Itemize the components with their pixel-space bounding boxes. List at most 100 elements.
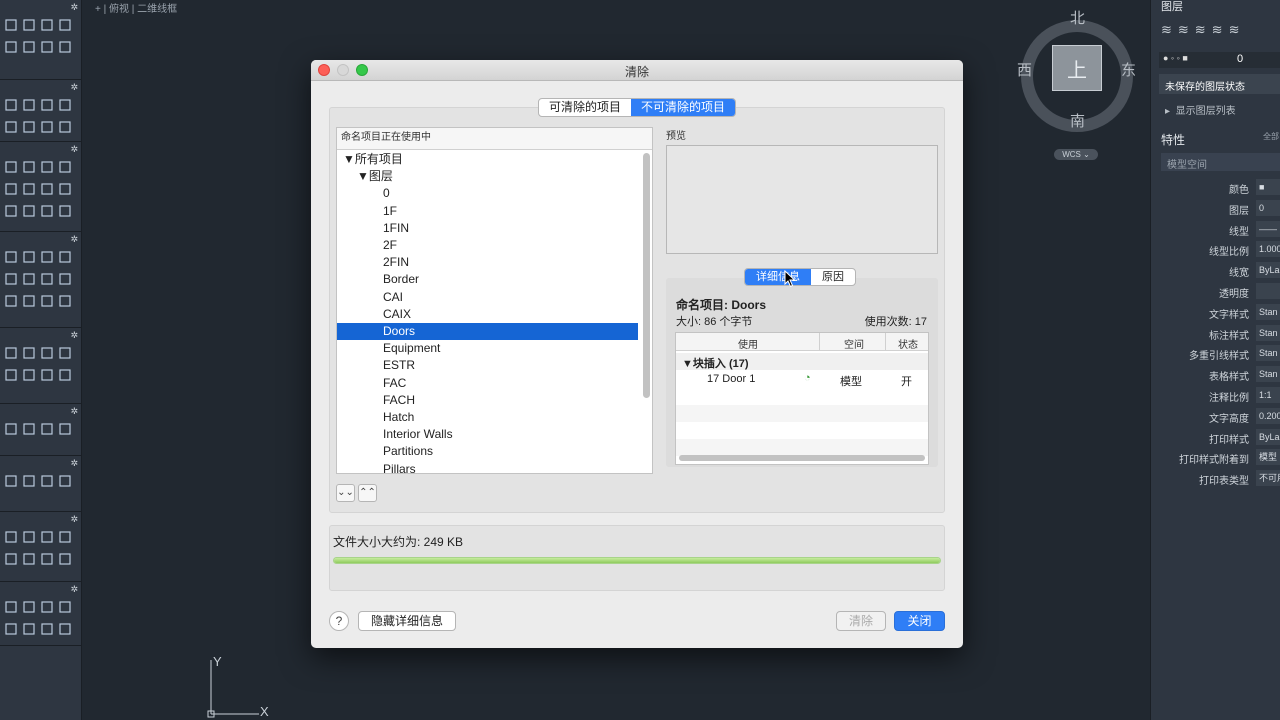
tool-icon[interactable] — [22, 622, 36, 636]
tool-icon[interactable] — [58, 422, 72, 436]
tool-icon[interactable] — [58, 40, 72, 54]
expand-all-button[interactable]: ⌄⌄ — [336, 484, 355, 502]
tool-icon[interactable] — [4, 622, 18, 636]
tool-icon[interactable] — [58, 160, 72, 174]
tool-icon[interactable] — [58, 204, 72, 218]
tool-icon[interactable] — [40, 346, 54, 360]
tool-icon[interactable] — [58, 250, 72, 264]
tool-icon[interactable] — [40, 368, 54, 382]
tab-purgeable[interactable]: 可清除的项目 — [539, 99, 631, 116]
property-value[interactable]: 0.200 — [1256, 407, 1280, 424]
tool-icon[interactable] — [58, 294, 72, 308]
property-row[interactable]: 多重引线样式 Stan — [1151, 344, 1280, 363]
property-row[interactable]: 线型比例 1.000 — [1151, 240, 1280, 259]
tree-body[interactable]: ▼所有项目 ▼图层 0 1F 1FIN 2F 2FIN Border CAI CAIX Doors E… — [337, 150, 654, 474]
property-row[interactable]: 颜色 ■ — [1151, 178, 1280, 197]
tool-icon[interactable] — [58, 272, 72, 286]
property-row[interactable]: 注释比例 1:1 — [1151, 386, 1280, 405]
tool-icon[interactable] — [4, 250, 18, 264]
property-row[interactable]: 图层 0 — [1151, 199, 1280, 218]
gear-icon[interactable]: ✲ — [70, 584, 78, 595]
tool-icon[interactable] — [58, 474, 72, 488]
tool-icon[interactable] — [22, 40, 36, 54]
tool-icon[interactable] — [22, 530, 36, 544]
tree-node[interactable]: 1FIN — [337, 220, 638, 237]
tab-details[interactable]: 详细信息 — [745, 269, 811, 285]
tree-scrollbar[interactable] — [643, 153, 650, 398]
compass-west[interactable]: 西 — [1017, 59, 1032, 80]
gear-icon[interactable]: ✲ — [70, 2, 78, 13]
gear-icon[interactable]: ✲ — [70, 514, 78, 525]
viewcube[interactable]: 上 北 南 东 西 — [1015, 10, 1139, 140]
unsaved-layer-state[interactable]: 未保存的图层状态 — [1159, 74, 1280, 94]
tool-icon[interactable] — [58, 622, 72, 636]
tool-icon[interactable] — [22, 272, 36, 286]
tool-icon[interactable] — [22, 120, 36, 134]
collapse-all-button[interactable]: ⌃⌃ — [358, 484, 377, 502]
gear-icon[interactable]: ✲ — [70, 458, 78, 469]
compass-north[interactable]: 北 — [1070, 7, 1085, 28]
tool-icon[interactable] — [58, 530, 72, 544]
property-row[interactable]: 表格样式 Stan — [1151, 365, 1280, 384]
property-row[interactable]: 打印样式附着到 模型 — [1151, 448, 1280, 467]
property-value[interactable]: 不可用 — [1256, 470, 1280, 487]
table-row[interactable]: 17 Door 1 ◔ 模型 开 — [676, 371, 928, 388]
tool-icon[interactable] — [58, 120, 72, 134]
property-value[interactable]: —— — [1256, 220, 1280, 237]
tool-icon[interactable] — [58, 98, 72, 112]
column-usage[interactable]: 使用 — [738, 336, 758, 351]
tool-icon[interactable] — [40, 474, 54, 488]
tool-icon[interactable] — [22, 18, 36, 32]
tool-icon[interactable] — [40, 40, 54, 54]
hide-details-button[interactable]: 隐藏详细信息 — [358, 611, 456, 631]
tree-node[interactable]: ESTR — [337, 357, 638, 374]
tool-icon[interactable] — [4, 160, 18, 174]
property-row[interactable]: 打印样式 ByLa — [1151, 428, 1280, 447]
property-row[interactable]: 文字样式 Stan — [1151, 303, 1280, 322]
tool-icon[interactable] — [22, 346, 36, 360]
tool-icon[interactable] — [40, 600, 54, 614]
viewport-label[interactable]: + | 俯视 | 二维线框 — [95, 0, 177, 15]
property-value[interactable]: Stan — [1256, 366, 1280, 383]
property-value[interactable]: ■ — [1256, 179, 1280, 195]
layer-tools-icons[interactable]: ≋≋≋≋≋ — [1161, 22, 1280, 38]
tool-icon[interactable] — [22, 368, 36, 382]
gear-icon[interactable]: ✲ — [70, 144, 78, 155]
tree-node[interactable]: 2FIN — [337, 254, 638, 271]
property-value[interactable]: ByLa — [1256, 262, 1280, 279]
tree-node[interactable]: Partitions — [337, 443, 638, 460]
tool-icon[interactable] — [4, 18, 18, 32]
tool-icon[interactable] — [4, 552, 18, 566]
property-row[interactable]: 打印表类型不可用 — [1151, 469, 1280, 488]
wcs-menu[interactable]: WCS ⌄ — [1054, 149, 1098, 160]
tool-icon[interactable] — [4, 600, 18, 614]
gear-icon[interactable]: ✲ — [70, 234, 78, 245]
property-value[interactable]: 1.000 — [1256, 241, 1280, 258]
tool-icon[interactable] — [58, 600, 72, 614]
tool-icon[interactable] — [22, 422, 36, 436]
property-value[interactable]: 1:1 — [1256, 387, 1280, 403]
tree-node[interactable]: FAC — [337, 375, 638, 392]
viewcube-top-face[interactable]: 上 — [1052, 45, 1102, 91]
gear-icon[interactable]: ✲ — [70, 82, 78, 93]
dialog-titlebar[interactable]: 清除 — [311, 60, 963, 81]
gear-icon[interactable]: ✲ — [70, 406, 78, 417]
tree-node[interactable]: CAIX — [337, 306, 638, 323]
tool-icon[interactable] — [40, 204, 54, 218]
tree-node[interactable]: Interior Walls — [337, 426, 638, 443]
tool-icon[interactable] — [58, 18, 72, 32]
tree-node[interactable]: 0 — [337, 185, 638, 202]
purge-tab-switcher[interactable]: 可清除的项目 不可清除的项目 — [538, 98, 737, 117]
property-row[interactable]: 线宽 ByLa — [1151, 261, 1280, 280]
compass-east[interactable]: 东 — [1121, 59, 1136, 80]
tool-icon[interactable] — [22, 250, 36, 264]
tool-icon[interactable] — [22, 474, 36, 488]
tool-icon[interactable] — [58, 346, 72, 360]
tool-icon[interactable] — [22, 204, 36, 218]
property-value[interactable]: ByLa — [1256, 428, 1280, 445]
tool-icon[interactable] — [40, 98, 54, 112]
purge-button[interactable]: 清除 — [836, 611, 886, 631]
tool-icon[interactable] — [40, 422, 54, 436]
tool-icon[interactable] — [4, 368, 18, 382]
tool-icon[interactable] — [4, 346, 18, 360]
